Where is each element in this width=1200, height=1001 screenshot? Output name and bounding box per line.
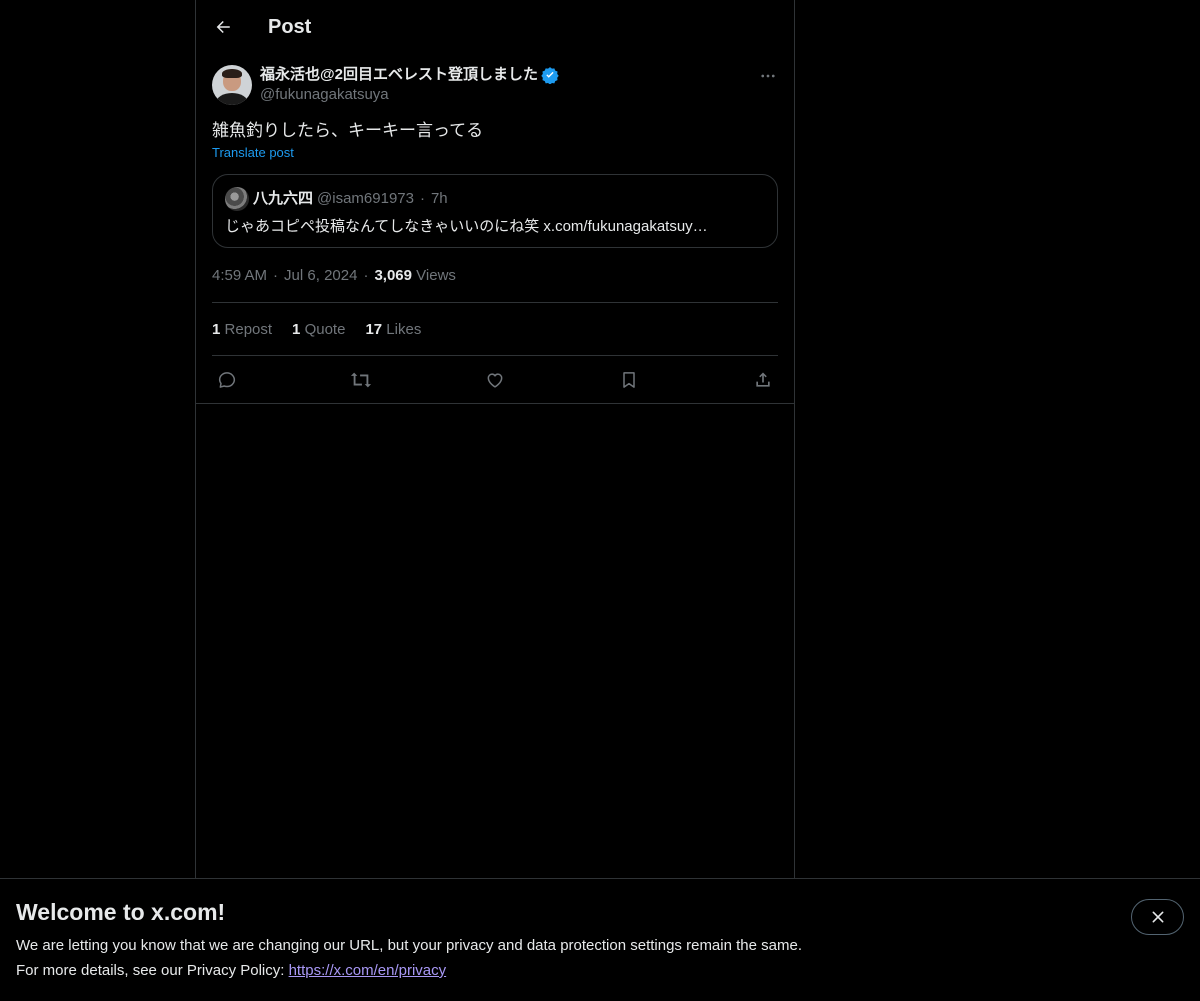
author-handle[interactable]: @fukunagakatsuya [260, 85, 559, 105]
quotes-stat[interactable]: 1 Quote [292, 321, 345, 338]
verified-badge-icon[interactable] [541, 66, 559, 84]
banner-policy-line: For more details, see our Privacy Policy… [16, 962, 446, 979]
close-banner-button[interactable] [1131, 899, 1184, 935]
more-horizontal-icon [761, 74, 775, 78]
page-title: Post [268, 15, 312, 38]
heart-icon [487, 372, 503, 388]
url-change-banner: Welcome to x.com! We are letting you kno… [0, 878, 1200, 1001]
repost-button[interactable] [350, 369, 372, 391]
quoted-time: 7h [430, 190, 448, 207]
quoted-author-handle: @isam691973 [317, 190, 414, 207]
post: 福永活也@2回目エベレスト登頂しました @fukunagakatsuya 雑魚釣… [196, 54, 794, 403]
more-button[interactable] [758, 66, 778, 86]
translate-post-link[interactable]: Translate post [212, 145, 294, 160]
post-date[interactable]: Jul 6, 2024 [284, 267, 357, 284]
quoted-author-name: 八九六四 [253, 190, 314, 207]
quotes-count: 1 [292, 320, 301, 338]
banner-message: We are letting you know that we are chan… [16, 937, 802, 954]
arrow-left-icon [216, 21, 230, 33]
reply-icon [218, 371, 236, 388]
close-icon [1152, 911, 1163, 923]
quotes-label: Quote [304, 320, 346, 338]
share-icon [756, 372, 770, 387]
bookmark-button[interactable] [618, 369, 640, 391]
quoted-post-text: じゃあコピペ投稿なんてしなきゃいいのにね笑 x.com/fukunagakats… [225, 218, 708, 235]
views-label: Views [416, 267, 456, 284]
bookmark-icon [623, 371, 635, 388]
post-time[interactable]: 4:59 AM [212, 267, 267, 284]
separator-dot: · [273, 267, 279, 284]
reposts-stat[interactable]: 1 Repost [212, 321, 272, 338]
repost-icon [350, 372, 372, 387]
likes-label: Likes [386, 320, 422, 338]
likes-count: 17 [365, 320, 383, 338]
back-button[interactable] [205, 9, 241, 45]
author-row: 福永活也@2回目エベレスト登頂しました @fukunagakatsuya [212, 54, 778, 105]
banner-policy-text: For more details, see our Privacy Policy… [16, 962, 289, 979]
author-display-name[interactable]: 福永活也@2回目エベレスト登頂しました [260, 65, 538, 85]
privacy-policy-link[interactable]: https://x.com/en/privacy [289, 962, 447, 979]
likes-stat[interactable]: 17 Likes [365, 321, 421, 338]
page-header: Post [196, 0, 794, 54]
primary-column: Post 福永活也@2回目エベレスト登頂しました @fukunagakatsuy… [195, 0, 795, 878]
action-bar [212, 356, 778, 403]
reposts-count: 1 [212, 320, 221, 338]
separator-dot: · [363, 267, 369, 284]
divider [196, 403, 794, 404]
avatar[interactable] [212, 65, 252, 105]
views-count: 3,069 [374, 267, 412, 284]
share-button[interactable] [752, 369, 774, 391]
author-names: 福永活也@2回目エベレスト登頂しました @fukunagakatsuya [260, 65, 559, 105]
quoted-avatar [225, 187, 249, 211]
quoted-post-header: 八九六四 @isam691973 · 7h [225, 187, 765, 211]
reply-button[interactable] [216, 369, 238, 391]
reposts-label: Repost [224, 320, 273, 338]
post-meta: 4:59 AM · Jul 6, 2024 · 3,069 Views [212, 266, 778, 303]
engagement-stats: 1 Repost 1 Quote 17 Likes [212, 303, 778, 356]
post-text: 雑魚釣りしたら、キーキー言ってる [212, 121, 484, 140]
separator-dot: · [419, 190, 425, 207]
quoted-post[interactable]: 八九六四 @isam691973 · 7h じゃあコピペ投稿なんてしなきゃいいの… [212, 174, 778, 248]
like-button[interactable] [484, 369, 506, 391]
banner-title: Welcome to x.com! [16, 899, 226, 925]
